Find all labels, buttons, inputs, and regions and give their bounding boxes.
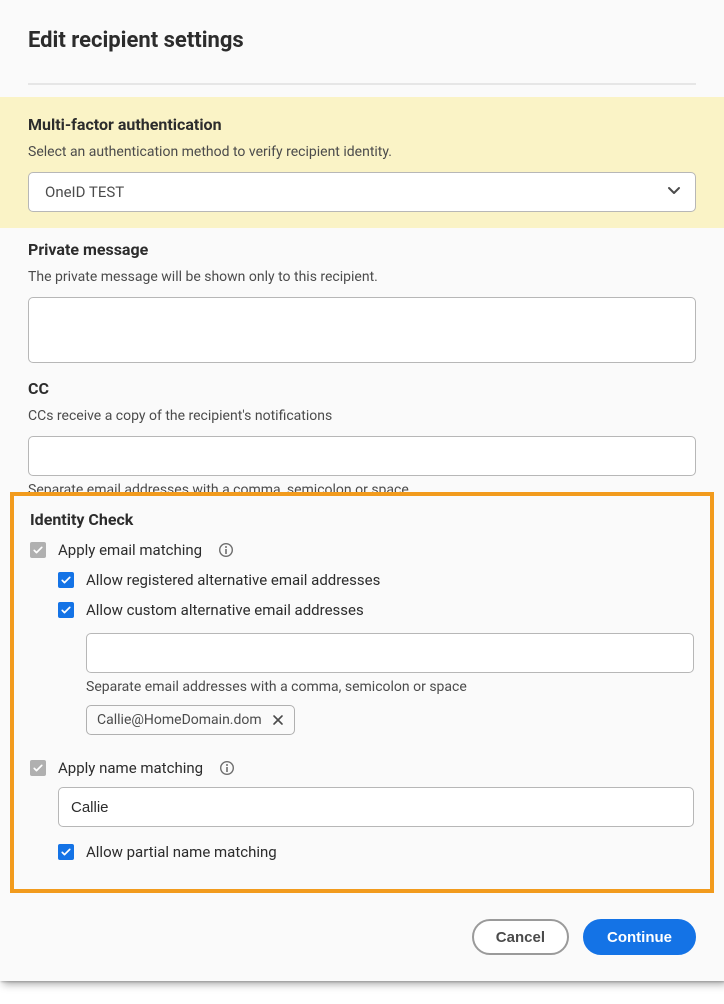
identity-title: Identity Check	[30, 510, 694, 529]
apply-name-matching-row: Apply name matching	[30, 759, 694, 777]
mfa-select[interactable]: OneID TEST	[28, 172, 696, 212]
name-input-wrap	[58, 787, 694, 827]
mfa-title: Multi-factor authentication	[28, 115, 696, 134]
allow-partial-checkbox[interactable]	[58, 844, 74, 860]
private-message-title: Private message	[28, 240, 696, 259]
cc-input[interactable]	[28, 436, 696, 476]
mfa-section: Multi-factor authentication Select an au…	[0, 97, 724, 228]
info-icon[interactable]	[218, 542, 234, 558]
apply-email-matching-row: Apply email matching	[30, 541, 694, 559]
cc-section: CC CCs receive a copy of the recipient's…	[0, 367, 724, 498]
custom-emails-block: Separate email addresses with a comma, s…	[86, 627, 694, 735]
allow-custom-row: Allow custom alternative email addresses	[58, 601, 694, 619]
email-chip-text: Callie@HomeDomain.dom	[97, 712, 262, 728]
custom-emails-hint: Separate email addresses with a comma, s…	[86, 679, 694, 695]
email-chip: Callie@HomeDomain.dom	[86, 705, 295, 735]
private-message-desc: The private message will be shown only t…	[28, 269, 696, 285]
footer: Cancel Continue	[0, 899, 724, 963]
page-title: Edit recipient settings	[28, 28, 696, 53]
allow-custom-checkbox[interactable]	[58, 602, 74, 618]
private-message-input[interactable]	[28, 297, 696, 363]
info-icon[interactable]	[219, 760, 235, 776]
allow-registered-label: Allow registered alternative email addre…	[86, 571, 380, 589]
mfa-select-wrap: OneID TEST	[28, 172, 696, 212]
custom-emails-input[interactable]	[86, 633, 694, 673]
apply-email-matching-checkbox[interactable]	[30, 542, 46, 558]
private-message-section: Private message The private message will…	[0, 228, 724, 367]
panel-header: Edit recipient settings	[0, 0, 724, 69]
apply-name-matching-checkbox[interactable]	[30, 760, 46, 776]
allow-partial-row: Allow partial name matching	[58, 843, 694, 861]
header-divider	[28, 83, 696, 85]
identity-check-section: Identity Check Apply email matching Allo…	[10, 492, 714, 893]
cancel-button[interactable]: Cancel	[472, 919, 569, 955]
continue-button[interactable]: Continue	[583, 919, 696, 955]
cc-desc: CCs receive a copy of the recipient's no…	[28, 408, 696, 424]
close-icon[interactable]	[272, 714, 284, 726]
recipient-settings-panel: Edit recipient settings Multi-factor aut…	[0, 0, 724, 981]
allow-custom-label: Allow custom alternative email addresses	[86, 601, 364, 619]
cc-title: CC	[28, 379, 696, 398]
allow-registered-row: Allow registered alternative email addre…	[58, 571, 694, 589]
name-matching-input[interactable]	[58, 787, 694, 827]
apply-name-matching-label: Apply name matching	[58, 759, 203, 777]
apply-email-matching-label: Apply email matching	[58, 541, 202, 559]
allow-registered-checkbox[interactable]	[58, 572, 74, 588]
mfa-desc: Select an authentication method to verif…	[28, 144, 696, 160]
mfa-selected-value: OneID TEST	[45, 183, 124, 201]
allow-partial-label: Allow partial name matching	[86, 843, 277, 861]
